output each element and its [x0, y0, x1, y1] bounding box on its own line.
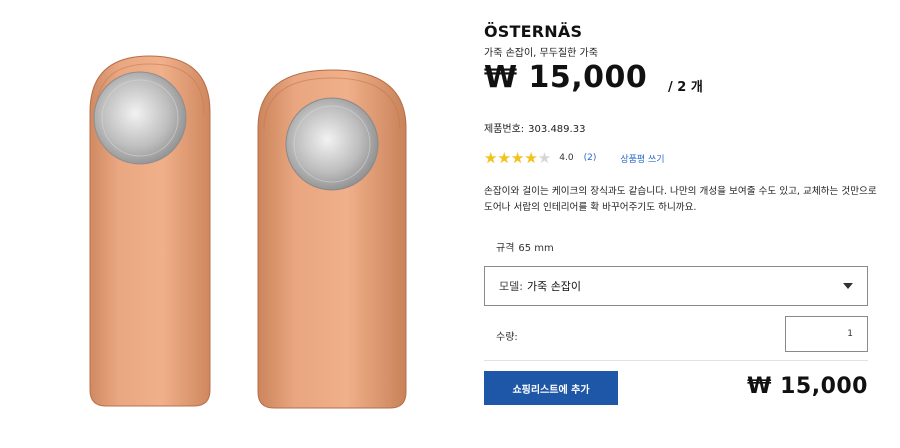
rating-count-link[interactable]: (2) — [584, 153, 597, 163]
leather-handle-right — [252, 64, 412, 414]
quantity-input[interactable] — [785, 316, 868, 352]
add-to-shopping-list-button[interactable]: 쇼핑리스트에 추가 — [484, 371, 618, 405]
model-select[interactable]: 모델: 가죽 손잡이 — [484, 266, 868, 306]
article-number-label: 제품번호: — [484, 124, 525, 135]
article-number-value: 303.489.33 — [528, 124, 586, 135]
product-info-panel: ÖSTERNÄS 가죽 손잡이, 무두질한 가죽 ₩ 15,000 / 2 개 … — [484, 0, 884, 448]
product-description: 손잡이와 걸이는 케이크의 장식과도 같습니다. 나만의 개성을 보여줄 수도 … — [484, 186, 877, 213]
rating-row: ★★★★★ ★★★★★ 4.0 (2) 상품평 쓰기 — [484, 150, 665, 166]
product-spec: 규격 65 mm — [496, 239, 554, 254]
leather-handle-left — [82, 52, 218, 410]
total-price: ₩ 15,000 — [747, 374, 868, 399]
product-subtitle: 가죽 손잡이, 무두질한 가죽 — [484, 48, 598, 59]
divider — [484, 360, 868, 361]
rating-stars-icon: ★★★★★ ★★★★★ — [484, 149, 552, 167]
chevron-down-icon — [843, 283, 853, 289]
model-select-label: 모델: — [499, 280, 523, 293]
rating-value: 4.0 — [559, 153, 574, 163]
product-price: ₩ 15,000 — [484, 60, 648, 95]
write-review-link[interactable]: 상품평 쓰기 — [620, 152, 664, 165]
model-select-value: 가죽 손잡이 — [526, 280, 582, 293]
price-unit: / 2 개 — [668, 80, 703, 95]
article-number: 제품번호: 303.489.33 — [484, 120, 585, 135]
product-image — [0, 0, 470, 448]
spec-label: 규격 — [496, 243, 515, 254]
quantity-label: 수량: — [496, 332, 518, 343]
spec-value: 65 mm — [518, 243, 554, 254]
product-title: ÖSTERNÄS — [484, 22, 583, 41]
